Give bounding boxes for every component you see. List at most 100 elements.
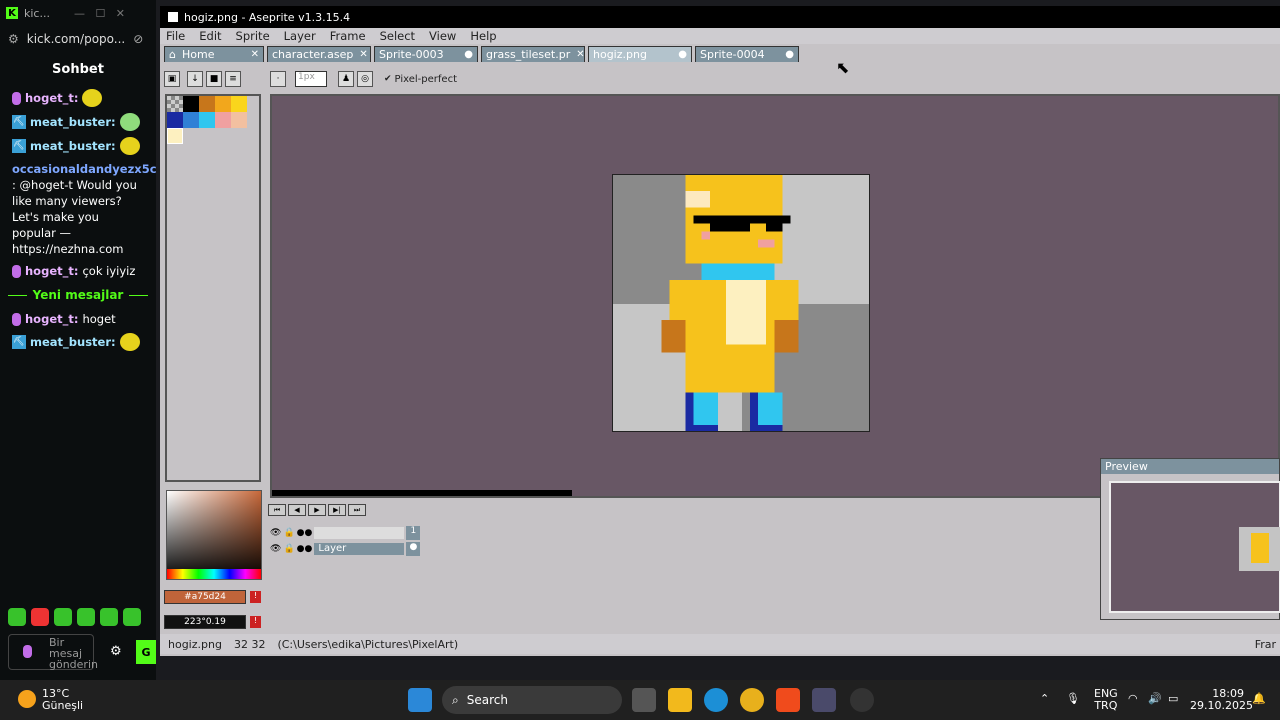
eye-icon[interactable]: 👁: [270, 528, 281, 538]
brave-icon[interactable]: [776, 688, 800, 712]
zoom-icon[interactable]: ◎: [357, 71, 373, 87]
palette-swatch[interactable]: [167, 128, 183, 144]
notification-icon[interactable]: 🔔: [1252, 692, 1266, 705]
search-box[interactable]: ⌕ Search: [442, 686, 622, 714]
palette-swatch[interactable]: [199, 96, 215, 112]
tab-sprite-0003[interactable]: Sprite-0003 ●: [374, 46, 478, 62]
color-hsv-field[interactable]: 223°0.19: [164, 615, 246, 629]
palette-swatch[interactable]: [215, 96, 231, 112]
emote-bar[interactable]: [8, 608, 141, 626]
continuous-icon[interactable]: ●●: [297, 528, 313, 538]
palette-swatch[interactable]: [231, 112, 247, 128]
brush-size-field[interactable]: 1px: [295, 71, 327, 87]
file-explorer-icon[interactable]: [668, 688, 692, 712]
weather-widget[interactable]: 13°C Güneşli: [42, 688, 83, 712]
chrome-icon[interactable]: [740, 688, 764, 712]
palette-swatch[interactable]: [167, 112, 183, 128]
warning-icon[interactable]: !: [250, 616, 261, 628]
color-picker[interactable]: [166, 490, 262, 580]
chat-user[interactable]: meat_buster:: [30, 114, 116, 130]
palette-swatch[interactable]: [231, 96, 247, 112]
palette-swatch[interactable]: [183, 112, 199, 128]
lock-icon[interactable]: ▣: [164, 71, 180, 87]
weather-icon[interactable]: [18, 690, 36, 708]
frame-number[interactable]: 1: [406, 526, 421, 540]
menu-layer[interactable]: Layer: [284, 29, 316, 43]
palette-swatch[interactable]: [167, 96, 183, 112]
layer-name[interactable]: Layer: [314, 543, 405, 555]
emote-icon[interactable]: [54, 608, 72, 626]
wifi-icon[interactable]: ◠: [1128, 692, 1138, 705]
menu-select[interactable]: Select: [380, 29, 415, 43]
menu-frame[interactable]: Frame: [330, 29, 366, 43]
lock-icon[interactable]: 🔒: [283, 544, 294, 554]
tab-home[interactable]: ⌂ Home ✕: [164, 46, 264, 62]
tab-grass-tileset[interactable]: grass_tileset.pr ✕: [481, 46, 585, 62]
chat-user[interactable]: hoget_t:: [25, 90, 78, 106]
color-palette[interactable]: [165, 94, 261, 482]
site-settings-icon[interactable]: ⚙: [8, 32, 19, 46]
brush-type-icon[interactable]: ·: [270, 71, 286, 87]
next-frame-icon[interactable]: ▶|: [328, 504, 346, 516]
modified-dot-icon[interactable]: ●: [464, 49, 473, 60]
close-icon[interactable]: ✕: [359, 49, 367, 60]
task-view-icon[interactable]: [632, 688, 656, 712]
modified-dot-icon[interactable]: ●: [678, 49, 687, 60]
close-icon[interactable]: ✕: [251, 49, 259, 60]
mic-tray-icon[interactable]: 🎙: [1066, 692, 1080, 705]
emote-icon[interactable]: [123, 608, 141, 626]
eye-icon[interactable]: 👁: [270, 544, 281, 554]
warning-icon[interactable]: !: [250, 591, 261, 603]
menu-help[interactable]: Help: [470, 29, 496, 43]
address-bar[interactable]: ⚙ kick.com/popo... ⊘: [0, 26, 156, 52]
gear-icon[interactable]: ⚙: [110, 644, 122, 659]
chat-user[interactable]: occasionaldandyezx5ciqa: [12, 161, 156, 177]
sort-icon[interactable]: ↓: [187, 71, 203, 87]
last-frame-icon[interactable]: ⏭: [348, 504, 366, 516]
menu-sprite[interactable]: Sprite: [236, 29, 270, 43]
tab-character[interactable]: character.asep ✕: [267, 46, 371, 62]
menu-view[interactable]: View: [429, 29, 456, 43]
tab-sprite-0004[interactable]: Sprite-0004 ●: [695, 46, 799, 62]
language-indicator[interactable]: ENG TRQ: [1094, 688, 1118, 712]
aseprite-taskbar-icon[interactable]: [812, 688, 836, 712]
horizontal-scrollbar[interactable]: [272, 490, 572, 496]
emote-icon[interactable]: [100, 608, 118, 626]
lock-icon[interactable]: 🔒: [283, 528, 294, 538]
emote-icon[interactable]: [77, 608, 95, 626]
obs-icon[interactable]: [850, 688, 874, 712]
canvas-area[interactable]: [270, 94, 1280, 498]
menu-edit[interactable]: Edit: [199, 29, 221, 43]
preview-window[interactable]: Preview: [1100, 458, 1280, 620]
palette-swatch[interactable]: [215, 112, 231, 128]
windows-start-icon[interactable]: [408, 688, 432, 712]
send-button[interactable]: G: [136, 640, 156, 664]
tab-hogiz[interactable]: hogiz.png ●: [588, 46, 692, 62]
chat-input[interactable]: Bir mesaj gönderin: [8, 634, 98, 670]
volume-icon[interactable]: 🔊: [1148, 692, 1162, 705]
chevron-up-icon[interactable]: ⌃: [1040, 692, 1049, 705]
options-icon[interactable]: ≡: [225, 71, 241, 87]
eye-off-icon[interactable]: ⊘: [133, 32, 143, 46]
menu-file[interactable]: File: [166, 29, 185, 43]
ink-icon[interactable]: ♟: [338, 71, 354, 87]
chat-user[interactable]: hoget_t:: [25, 311, 78, 327]
color-hex-field[interactable]: #a75d24: [164, 590, 246, 604]
chat-user[interactable]: meat_buster:: [30, 334, 116, 350]
palette-swatch[interactable]: [199, 112, 215, 128]
chat-user[interactable]: hoget_t:: [25, 263, 78, 279]
hue-slider[interactable]: [167, 569, 261, 579]
continuous-icon[interactable]: ●●: [297, 544, 313, 554]
cel-icon[interactable]: ●: [406, 542, 421, 556]
sprite-canvas[interactable]: [612, 174, 870, 432]
chat-user[interactable]: meat_buster:: [30, 138, 116, 154]
layer-row[interactable]: 👁 🔒 ●● Layer ●: [270, 542, 421, 556]
emote-icon[interactable]: [31, 608, 49, 626]
emote-icon[interactable]: [8, 608, 26, 626]
edge-icon[interactable]: [704, 688, 728, 712]
first-frame-icon[interactable]: ⏮: [268, 504, 286, 516]
pixel-perfect-checkbox[interactable]: ✔: [384, 74, 392, 84]
battery-icon[interactable]: ▭: [1168, 692, 1178, 705]
play-icon[interactable]: ▶: [308, 504, 326, 516]
prev-frame-icon[interactable]: ◀: [288, 504, 306, 516]
